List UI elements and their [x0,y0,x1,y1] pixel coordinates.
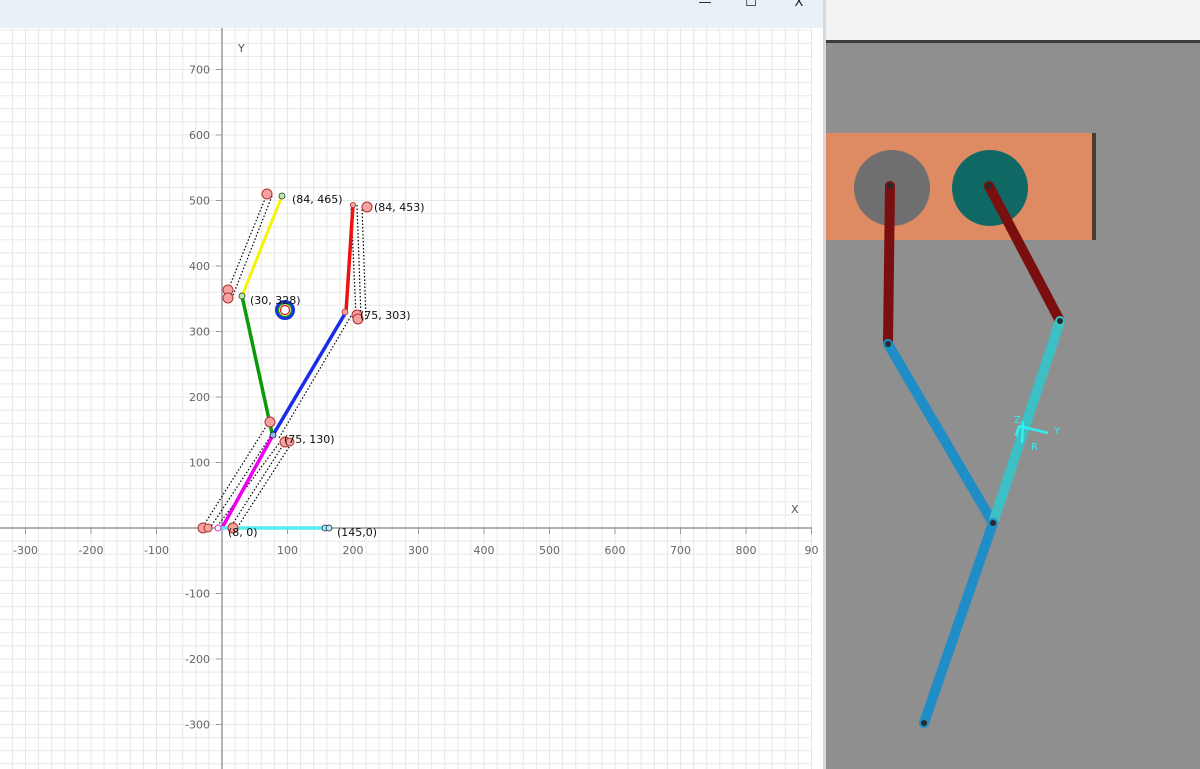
point-label-red-top: (84, 453) [374,201,425,214]
x-tick-label: 200 [343,544,364,557]
x-tick-label: 300 [408,544,429,557]
marker[interactable] [361,201,373,213]
y-tick-label: -100 [185,588,210,601]
axis-label-y: Y [1053,426,1061,437]
y-tick-label: 400 [189,260,210,273]
y-tick-label: 500 [189,195,210,208]
green-link [240,294,274,435]
y-tick-label: 300 [189,326,210,339]
plot-axes: X Y [0,28,812,769]
x-tick-label: 500 [539,544,560,557]
blue-link [271,310,348,437]
point-label-x-axis-end: (145,0) [337,526,377,539]
x-tick-label: 800 [736,544,757,557]
y-tick-label: 200 [189,391,210,404]
joint-pin [986,183,992,189]
point-label-origin: (8, 0) [228,526,258,539]
joint-markers [197,188,373,534]
x-tick-label: 600 [605,544,626,557]
small-joints [214,192,356,532]
simulation-window: Z Y R [826,0,1200,769]
close-button[interactable]: X [776,0,822,16]
red-link [344,203,355,314]
joint-pin [887,183,893,189]
x-tick-label: 700 [670,544,691,557]
joint-pin [990,520,996,526]
x-axis-name: X [791,503,799,516]
marker[interactable] [203,523,213,533]
x-tick-label: -100 [144,544,169,557]
y-tick-label: 600 [189,129,210,142]
x-tick-label: 400 [474,544,495,557]
simulation-toolbar [826,0,1200,43]
dotted-guides [201,193,367,529]
x-tick-label: 100 [277,544,298,557]
axis-label-r: R [1031,442,1038,453]
x-tick-label: 90 [805,544,819,557]
y-tick-label: 100 [189,457,210,470]
y-tick-label: 700 [189,64,210,77]
joint-pin [1057,318,1063,324]
plot-grid [0,28,812,769]
simulation-view[interactable]: Z Y R [826,43,1200,769]
base-plate-edge [1092,133,1096,240]
y-axis-name: Y [237,42,245,55]
left-crank [883,181,895,349]
x-tick-label: -300 [13,544,38,557]
y-tick-label: -300 [185,719,210,732]
joint-pin [885,341,891,347]
maximize-button[interactable]: ☐ [728,0,774,16]
point-label-green-joint: (30, 328) [250,294,301,307]
minimize-button[interactable]: — [682,0,728,16]
marker[interactable] [261,188,273,200]
x-tick-label: -200 [79,544,104,557]
marker[interactable] [264,416,276,428]
point-label-right-joint: (75, 303) [360,309,411,322]
y-tick-label: -200 [185,653,210,666]
point-label-yellow-top: (84, 465) [292,193,343,206]
title-bar: — ☐ X [0,0,823,28]
axis-label-z: Z [1014,415,1021,426]
plot-window: — ☐ X X Y -300 -200 -100 100 200 300 400 500 600… [0,0,823,769]
point-label-middle-joint: (75, 130) [284,433,335,446]
marker[interactable] [222,292,234,304]
joint-pin [921,720,927,726]
linkage-plot[interactable]: X Y -300 -200 -100 100 200 300 400 500 600 700 800… [0,28,823,769]
